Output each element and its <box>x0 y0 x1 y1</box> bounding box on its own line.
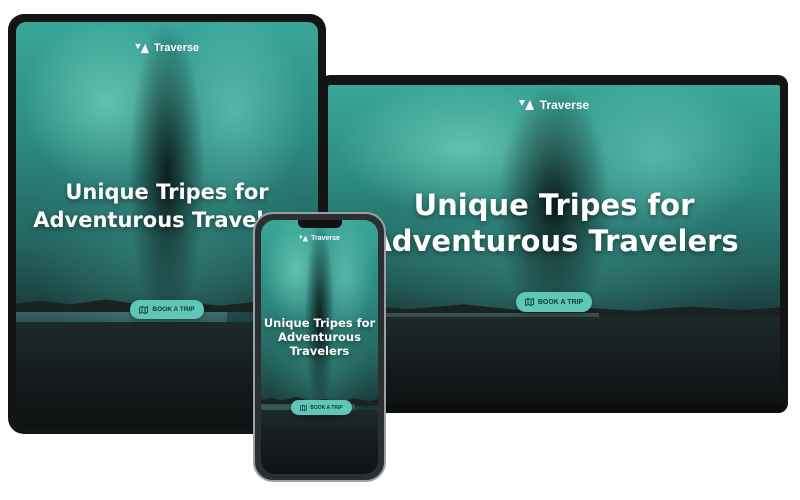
phone-screen: Traverse Unique Tripes for Adventurous T… <box>261 220 378 474</box>
book-trip-label: BOOK A TRIP <box>152 306 195 313</box>
book-trip-label: BOOK A TRIP <box>310 404 343 411</box>
traverse-logo-icon <box>299 235 308 241</box>
hero-headline-line1: Unique Tripes for <box>263 316 376 330</box>
map-icon <box>524 298 534 306</box>
brand-name: Traverse <box>153 42 200 54</box>
hero-headline: Unique Tripes for Adventurous Travelers <box>261 316 378 358</box>
map-icon <box>139 305 149 314</box>
brand-name: Traverse <box>311 234 340 242</box>
phone-notch <box>297 220 342 228</box>
ground <box>328 317 780 405</box>
laptop-mockup: Traverse Unique Tripes for Adventurous T… <box>320 75 788 413</box>
book-trip-button[interactable]: BOOK A TRIP <box>516 292 592 312</box>
traverse-logo-icon <box>518 100 534 110</box>
brand-name: Traverse <box>539 98 590 112</box>
laptop-base <box>320 405 788 413</box>
brand-logo[interactable]: Traverse <box>16 40 318 56</box>
hero-headline: Unique Tripes for Adventurous Travelers <box>328 187 780 259</box>
hero-headline-line1: Unique Tripes for <box>65 180 269 204</box>
book-trip-label: BOOK A TRIP <box>537 298 584 306</box>
brand-logo[interactable]: Traverse <box>261 232 378 244</box>
hero-headline-line1: Unique Tripes for <box>413 188 695 222</box>
book-trip-button[interactable]: BOOK A TRIP <box>291 400 352 415</box>
hero-headline-line2: Adventurous Travelers <box>369 224 739 258</box>
ground <box>261 410 378 474</box>
book-trip-button[interactable]: BOOK A TRIP <box>130 300 204 319</box>
phone-mockup: Traverse Unique Tripes for Adventurous T… <box>253 212 386 482</box>
laptop-screen: Traverse Unique Tripes for Adventurous T… <box>328 85 780 405</box>
hero-headline-line2: Adventurous <box>278 330 361 344</box>
brand-logo[interactable]: Traverse <box>328 97 780 113</box>
map-icon <box>300 404 308 411</box>
hero-headline-line3: Travelers <box>289 344 350 358</box>
traverse-logo-icon <box>134 43 149 53</box>
